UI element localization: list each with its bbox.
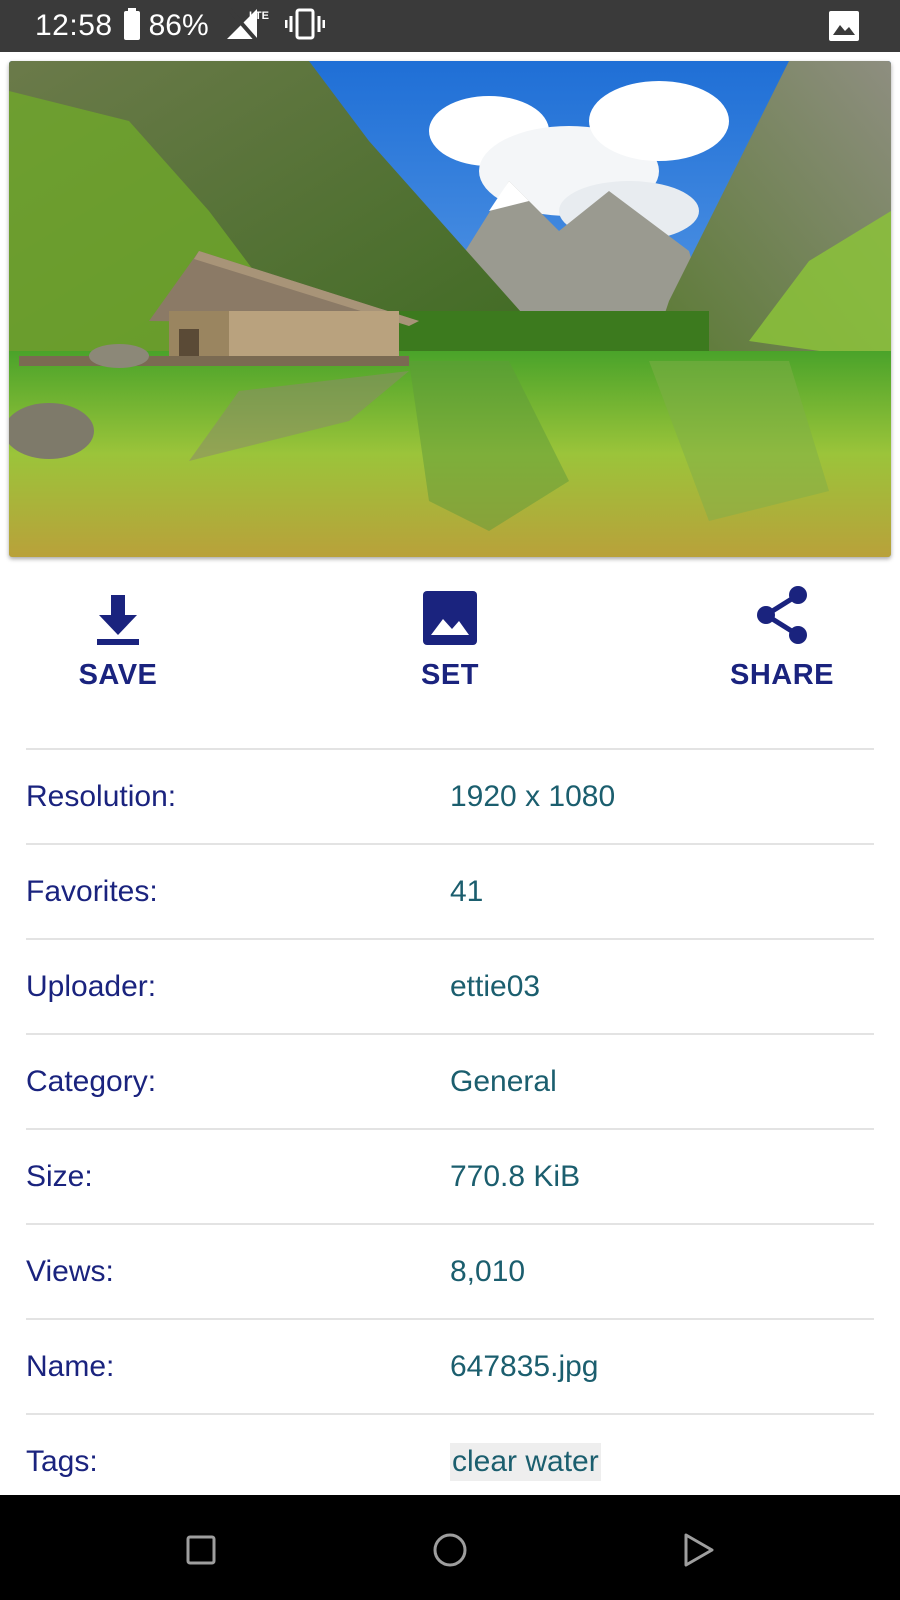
wallpaper-details: Resolution: 1920 x 1080 Favorites: 41 Up… <box>26 748 874 1508</box>
action-bar: SAVE SET SHARE <box>0 585 900 705</box>
back-triangle-icon[interactable] <box>674 1525 724 1575</box>
detail-value: 8,010 <box>450 1254 526 1288</box>
detail-key: Resolution: <box>26 779 177 813</box>
wallpaper-landscape <box>9 61 891 557</box>
detail-row-uploader: Uploader: ettie03 <box>26 938 874 1033</box>
wallpaper-preview-image[interactable] <box>9 61 891 557</box>
detail-key: Tags: <box>26 1444 98 1478</box>
detail-value: General <box>450 1064 557 1098</box>
recents-square-icon[interactable] <box>176 1525 226 1575</box>
image-notification-icon <box>828 10 860 47</box>
uploader-link[interactable]: ettie03 <box>450 970 540 1004</box>
status-time: 12:58 <box>35 9 113 42</box>
detail-key: Size: <box>26 1159 93 1193</box>
vibrate-icon <box>284 8 326 45</box>
save-button[interactable]: SAVE <box>38 585 198 692</box>
detail-row-size: Size: 770.8 KiB <box>26 1128 874 1223</box>
detail-row-tags: Tags: clear water <box>26 1413 874 1508</box>
detail-key: Favorites: <box>26 874 158 908</box>
detail-row-name: Name: 647835.jpg <box>26 1318 874 1413</box>
set-wallpaper-button[interactable]: SET <box>370 585 530 692</box>
detail-key: Views: <box>26 1254 114 1288</box>
status-bar: 12:58 86% LTE <box>0 0 900 52</box>
home-circle-icon[interactable] <box>425 1525 475 1575</box>
status-left: 12:58 86% LTE <box>35 0 326 52</box>
battery-percent: 86% <box>148 9 209 42</box>
share-icon <box>754 585 810 645</box>
detail-key: Uploader: <box>26 969 157 1003</box>
detail-row-category: Category: General <box>26 1033 874 1128</box>
detail-value: 41 <box>450 874 484 908</box>
image-icon <box>423 585 477 645</box>
detail-value: 770.8 KiB <box>450 1159 581 1193</box>
save-label: SAVE <box>78 659 158 691</box>
navigation-bar <box>0 1495 900 1600</box>
download-icon <box>97 585 139 645</box>
detail-row-views: Views: 8,010 <box>26 1223 874 1318</box>
detail-row-resolution: Resolution: 1920 x 1080 <box>26 748 874 843</box>
share-button[interactable]: SHARE <box>702 585 862 692</box>
detail-key: Name: <box>26 1349 115 1383</box>
detail-value: 1920 x 1080 <box>450 779 616 813</box>
detail-key: Category: <box>26 1064 157 1098</box>
detail-value: 647835.jpg <box>450 1349 599 1383</box>
tag-chip[interactable]: clear water <box>450 1442 601 1481</box>
share-label: SHARE <box>729 659 834 691</box>
svg-text:LTE: LTE <box>249 10 269 22</box>
battery-icon <box>123 7 141 45</box>
signal-lte-icon: LTE <box>226 7 269 46</box>
set-label: SET <box>421 659 479 691</box>
detail-row-favorites: Favorites: 41 <box>26 843 874 938</box>
